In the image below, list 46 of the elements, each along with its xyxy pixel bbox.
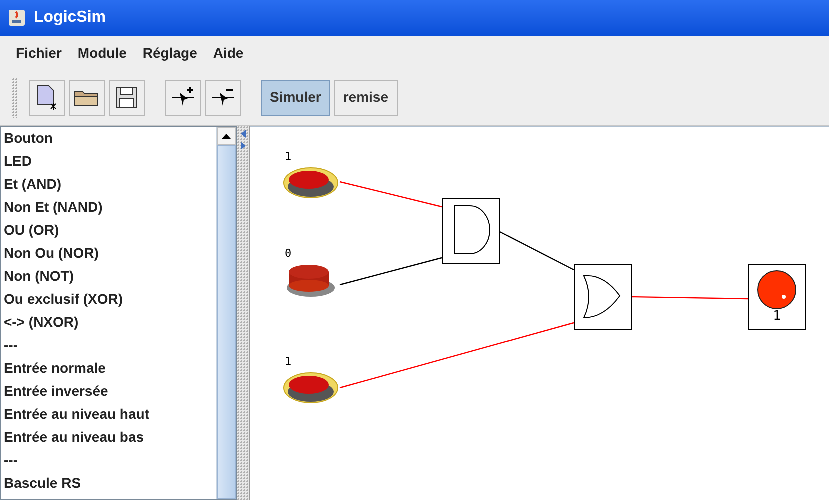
component-list-item[interactable]: <-> (NXOR) <box>4 311 216 334</box>
led-value: 1 <box>773 310 781 323</box>
led[interactable]: 1 <box>748 264 806 330</box>
input-value: 1 <box>285 151 292 162</box>
menu-item[interactable]: Aide <box>213 42 244 64</box>
cup-icon <box>8 9 26 27</box>
collapse-left-icon[interactable] <box>240 130 246 138</box>
wire[interactable] <box>340 257 442 286</box>
scroll-up-button[interactable] <box>217 127 236 145</box>
component-list-item[interactable]: --- <box>4 334 216 357</box>
component-list-item[interactable]: Non (NOT) <box>4 265 216 288</box>
or-gate[interactable] <box>574 264 632 330</box>
component-list-item[interactable]: OU (OR) <box>4 219 216 242</box>
window-title: LogicSim <box>34 8 106 28</box>
mode-toggle[interactable]: Simuler <box>261 80 330 116</box>
circuit-canvas[interactable]: 1 0 1 1 <box>250 126 829 500</box>
new-file-button[interactable] <box>29 80 65 116</box>
new-file-icon <box>37 84 57 110</box>
expand-right-icon[interactable] <box>240 142 246 150</box>
wire[interactable] <box>500 231 574 271</box>
input-value: 1 <box>285 356 292 367</box>
save-button[interactable] <box>109 80 145 116</box>
menu-item[interactable]: Module <box>78 42 127 64</box>
push-button-icon[interactable] <box>283 370 339 406</box>
component-list-item[interactable]: LED <box>4 150 216 173</box>
component-list-item[interactable]: --- <box>4 449 216 472</box>
component-list-item[interactable]: Entrée au niveau haut <box>4 403 216 426</box>
component-list-item[interactable]: Non Et (NAND) <box>4 196 216 219</box>
component-list-item[interactable]: Bascule RS <box>4 472 216 495</box>
mode-toggle[interactable]: remise <box>334 80 398 116</box>
component-list-item[interactable]: Et (AND) <box>4 173 216 196</box>
push-button-icon[interactable] <box>283 165 339 201</box>
open-folder-button[interactable] <box>69 80 105 116</box>
component-list-item[interactable]: Entrée normale <box>4 357 216 380</box>
component-list-item[interactable]: Ou exclusif (XOR) <box>4 288 216 311</box>
menu-item[interactable]: Fichier <box>16 42 62 64</box>
up-arrow-icon <box>222 134 231 138</box>
component-list-item[interactable]: Entrée au niveau bas <box>4 426 216 449</box>
remove-wire-button[interactable] <box>205 80 241 116</box>
input-value: 0 <box>285 248 292 259</box>
add-wire-button[interactable] <box>165 80 201 116</box>
component-list-item[interactable]: Bouton <box>4 127 216 150</box>
component-list-item[interactable]: Entrée inversée <box>4 380 216 403</box>
and-gate[interactable] <box>442 198 500 264</box>
component-list-item[interactable]: Non Ou (NOR) <box>4 242 216 265</box>
menu-item[interactable]: Réglage <box>142 42 198 64</box>
